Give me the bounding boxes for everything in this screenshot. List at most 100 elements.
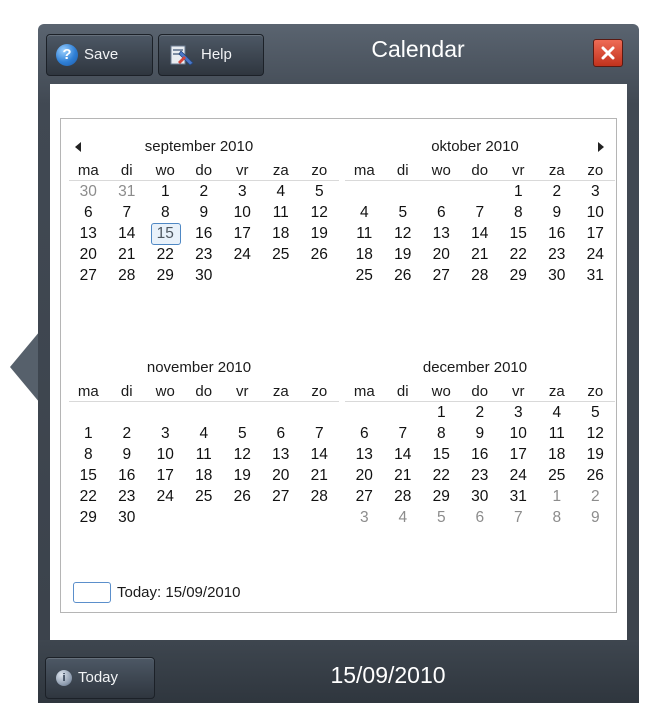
- day-cell[interactable]: 31: [576, 265, 615, 286]
- day-cell[interactable]: 30: [538, 265, 577, 286]
- today-indicator[interactable]: Today: 15/09/2010: [73, 580, 240, 604]
- day-cell[interactable]: 13: [345, 444, 384, 465]
- day-cell[interactable]: 12: [384, 223, 423, 244]
- day-cell[interactable]: 2: [461, 402, 500, 423]
- day-cell[interactable]: 18: [538, 444, 577, 465]
- day-cell[interactable]: 16: [185, 223, 224, 244]
- day-cell[interactable]: 16: [108, 465, 147, 486]
- day-cell[interactable]: 17: [146, 465, 185, 486]
- month-title[interactable]: december 2010: [337, 354, 613, 381]
- day-cell[interactable]: 19: [300, 223, 339, 244]
- day-cell[interactable]: 18: [185, 465, 224, 486]
- day-cell[interactable]: 6: [262, 423, 301, 444]
- day-cell[interactable]: 2: [538, 181, 577, 202]
- day-cell[interactable]: 1: [146, 181, 185, 202]
- day-cell[interactable]: 23: [185, 244, 224, 265]
- day-cell[interactable]: 21: [384, 465, 423, 486]
- day-cell[interactable]: 12: [223, 444, 262, 465]
- day-cell[interactable]: 4: [185, 423, 224, 444]
- day-cell[interactable]: 18: [345, 244, 384, 265]
- save-button[interactable]: ? Save: [46, 34, 153, 76]
- day-cell[interactable]: 19: [223, 465, 262, 486]
- day-cell[interactable]: 9: [108, 444, 147, 465]
- day-cell[interactable]: 24: [223, 244, 262, 265]
- day-cell[interactable]: 18: [262, 223, 301, 244]
- day-cell[interactable]: 25: [262, 244, 301, 265]
- day-cell[interactable]: 13: [69, 223, 108, 244]
- month-title[interactable]: november 2010: [61, 354, 337, 381]
- day-cell[interactable]: 3: [146, 423, 185, 444]
- day-cell[interactable]: 6: [461, 507, 500, 528]
- day-cell[interactable]: 19: [384, 244, 423, 265]
- day-cell[interactable]: 12: [576, 423, 615, 444]
- day-cell[interactable]: 23: [108, 486, 147, 507]
- day-cell[interactable]: 4: [538, 402, 577, 423]
- day-cell[interactable]: 25: [538, 465, 577, 486]
- day-cell[interactable]: 24: [576, 244, 615, 265]
- day-cell[interactable]: 2: [185, 181, 224, 202]
- day-cell[interactable]: 27: [422, 265, 461, 286]
- day-cell[interactable]: 29: [146, 265, 185, 286]
- day-cell[interactable]: 14: [300, 444, 339, 465]
- day-cell[interactable]: 5: [300, 181, 339, 202]
- day-cell[interactable]: 7: [461, 202, 500, 223]
- day-cell[interactable]: 14: [108, 223, 147, 244]
- day-cell[interactable]: 28: [461, 265, 500, 286]
- day-cell[interactable]: 11: [262, 202, 301, 223]
- day-cell[interactable]: 17: [499, 444, 538, 465]
- day-cell[interactable]: 8: [146, 202, 185, 223]
- day-cell[interactable]: 15: [499, 223, 538, 244]
- day-cell[interactable]: 27: [262, 486, 301, 507]
- close-button[interactable]: [593, 39, 623, 67]
- day-cell[interactable]: 8: [422, 423, 461, 444]
- today-button[interactable]: i Today: [45, 657, 155, 699]
- day-cell[interactable]: 1: [499, 181, 538, 202]
- day-cell[interactable]: 5: [384, 202, 423, 223]
- day-cell[interactable]: 10: [576, 202, 615, 223]
- day-cell[interactable]: 10: [499, 423, 538, 444]
- day-cell[interactable]: 29: [422, 486, 461, 507]
- month-title[interactable]: oktober 2010: [337, 133, 613, 160]
- day-cell[interactable]: 22: [146, 244, 185, 265]
- day-cell[interactable]: 17: [223, 223, 262, 244]
- day-cell[interactable]: 28: [108, 265, 147, 286]
- day-cell[interactable]: 2: [576, 486, 615, 507]
- day-cell[interactable]: 7: [384, 423, 423, 444]
- day-cell[interactable]: 30: [108, 507, 147, 528]
- day-cell[interactable]: 8: [499, 202, 538, 223]
- help-button[interactable]: Help: [158, 34, 264, 76]
- day-cell[interactable]: 15: [422, 444, 461, 465]
- day-cell[interactable]: 9: [185, 202, 224, 223]
- day-cell[interactable]: 21: [300, 465, 339, 486]
- day-cell[interactable]: 19: [576, 444, 615, 465]
- day-cell[interactable]: 6: [345, 423, 384, 444]
- day-cell[interactable]: 13: [422, 223, 461, 244]
- day-cell[interactable]: 22: [499, 244, 538, 265]
- day-cell[interactable]: 12: [300, 202, 339, 223]
- day-cell[interactable]: 29: [69, 507, 108, 528]
- day-cell[interactable]: 5: [422, 507, 461, 528]
- day-cell[interactable]: 20: [422, 244, 461, 265]
- day-cell[interactable]: 3: [499, 402, 538, 423]
- day-cell[interactable]: 7: [108, 202, 147, 223]
- month-title[interactable]: september 2010: [61, 133, 337, 160]
- day-cell[interactable]: 16: [538, 223, 577, 244]
- day-cell[interactable]: 6: [69, 202, 108, 223]
- day-cell[interactable]: 22: [422, 465, 461, 486]
- day-cell[interactable]: 11: [345, 223, 384, 244]
- day-cell[interactable]: 26: [223, 486, 262, 507]
- day-cell[interactable]: 11: [538, 423, 577, 444]
- day-cell[interactable]: 8: [538, 507, 577, 528]
- day-cell[interactable]: 4: [262, 181, 301, 202]
- day-cell[interactable]: 28: [384, 486, 423, 507]
- day-cell[interactable]: 3: [223, 181, 262, 202]
- day-cell[interactable]: 20: [262, 465, 301, 486]
- day-cell[interactable]: 9: [461, 423, 500, 444]
- day-cell[interactable]: 24: [499, 465, 538, 486]
- day-cell[interactable]: 13: [262, 444, 301, 465]
- day-cell[interactable]: 21: [108, 244, 147, 265]
- day-cell[interactable]: 20: [345, 465, 384, 486]
- day-cell[interactable]: 15: [69, 465, 108, 486]
- day-cell[interactable]: 7: [300, 423, 339, 444]
- day-cell[interactable]: 30: [461, 486, 500, 507]
